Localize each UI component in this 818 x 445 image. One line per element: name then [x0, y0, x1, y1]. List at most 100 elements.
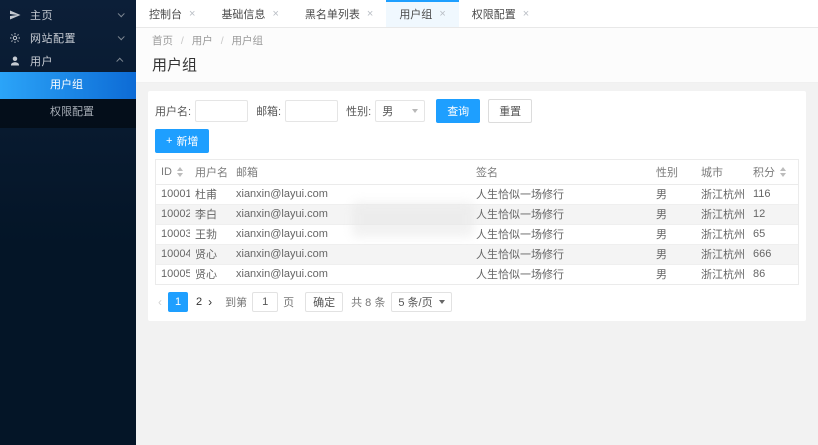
table-cell: 浙江杭州: [696, 223, 748, 244]
data-table: ID 用户名 邮箱 签名 性别 城市 积分 10001 杜甫 xianxin@l…: [155, 159, 799, 285]
username-label: 用户名:: [155, 106, 192, 118]
table-cell: 贤心: [190, 243, 231, 264]
gear-icon: [9, 32, 23, 44]
plus-icon: +: [166, 135, 173, 147]
table-cell: 10005: [156, 263, 190, 284]
column-header-username: 用户名: [190, 160, 231, 185]
column-header-score[interactable]: 积分: [748, 160, 798, 185]
table-cell: 人生恰似一场修行: [471, 223, 651, 244]
username-input[interactable]: [195, 100, 249, 122]
sidebar-item-label: 用户: [30, 55, 53, 68]
tab-label: 基础信息: [221, 8, 266, 21]
close-icon[interactable]: ×: [367, 8, 373, 20]
next-page-button[interactable]: ›: [208, 295, 212, 309]
table-cell: 王勃: [190, 223, 231, 244]
table-cell: 浙江杭州: [696, 263, 748, 284]
add-button-label: 新增: [176, 136, 199, 148]
tab-label: 控制台: [149, 8, 182, 21]
email-input[interactable]: [285, 100, 339, 122]
table-cell: 86: [748, 263, 798, 284]
tab-label: 用户组: [399, 8, 433, 21]
column-header-city: 城市: [696, 160, 748, 185]
table-cell: 10001: [161, 188, 190, 200]
table-row: 10002 李白 xianxin@layui.com 人生恰似一场修行 男 浙江…: [156, 203, 798, 224]
tab-blacklist[interactable]: 黑名单列表 ×: [292, 0, 386, 27]
chevron-down-icon: [438, 300, 445, 304]
table-cell: 男: [651, 223, 696, 244]
send-icon: [9, 9, 23, 21]
sidebar-item-user[interactable]: 用户: [0, 49, 136, 72]
table-row: 10003 王勃 xianxin@layui.com 人生恰似一场修行 男 浙江…: [156, 223, 798, 244]
column-header-signature: 签名: [471, 160, 651, 185]
add-button[interactable]: + 新增: [155, 129, 210, 153]
reset-button[interactable]: 重置: [488, 99, 533, 123]
table-row: 10001 杜甫 xianxin@layui.com 人生恰似一场修行 男 浙江…: [156, 184, 798, 204]
gender-select[interactable]: 男: [375, 100, 426, 122]
sidebar-item-label: 网站配置: [30, 32, 76, 45]
tab-basic-info[interactable]: 基础信息 ×: [208, 0, 291, 27]
user-icon: [9, 55, 23, 67]
tab-permission[interactable]: 权限配置 ×: [459, 0, 542, 27]
page-title: 用户组: [152, 57, 198, 74]
page-number-current[interactable]: 1: [168, 292, 188, 312]
breadcrumb-home[interactable]: 首页: [152, 35, 173, 47]
tab-bar: 控制台 × 基础信息 × 黑名单列表 × 用户组 × 权限配置 ×: [136, 0, 818, 28]
table-cell: 人生恰似一场修行: [471, 263, 651, 284]
sidebar-item-usergroup[interactable]: 用户组: [0, 72, 136, 99]
table-cell: xianxin@layui.com: [231, 243, 471, 264]
confirm-button[interactable]: 确定: [305, 292, 344, 312]
table-cell: 116: [753, 188, 771, 200]
sidebar-item-permission[interactable]: 权限配置: [0, 99, 136, 126]
table-cell: 10002: [156, 203, 190, 224]
chevron-down-icon: [117, 33, 125, 41]
pagination: ‹ 1 2 › 到第 页 确定 共 8 条 5 条/页: [155, 292, 799, 312]
goto-page-input[interactable]: [252, 292, 279, 312]
table-header-row: ID 用户名 邮箱 签名 性别 城市 积分: [156, 160, 798, 185]
prev-page-button[interactable]: ‹: [158, 295, 162, 309]
table-cell: 10003: [156, 223, 190, 244]
sidebar-submenu: 用户组 权限配置: [0, 72, 136, 128]
table-cell: 贤心: [190, 263, 231, 284]
table-row: 10005 贤心 xianxin@layui.com 人生恰似一场修行 男 浙江…: [156, 263, 798, 284]
close-icon[interactable]: ×: [272, 8, 278, 20]
sort-icon: [177, 166, 183, 177]
table-cell: 浙江杭州: [701, 189, 745, 201]
breadcrumb-user[interactable]: 用户: [192, 35, 213, 47]
tab-label: 黑名单列表: [304, 8, 360, 21]
chevron-down-icon: [117, 10, 125, 18]
table-cell: 杜甫: [195, 189, 217, 201]
close-icon[interactable]: ×: [439, 8, 445, 20]
table-cell: xianxin@layui.com: [231, 203, 471, 224]
table-cell: xianxin@layui.com: [236, 188, 328, 200]
column-header-id[interactable]: ID: [156, 160, 190, 185]
page-size-value: 5 条/页: [398, 297, 433, 309]
gender-select-value: 男: [382, 106, 394, 118]
page-size-select[interactable]: 5 条/页: [391, 292, 452, 312]
content-card: 用户名: 邮箱: 性别: 男 查询 重置 + 新增 ID 用户名 邮箱 签名 性…: [148, 91, 806, 321]
tab-label: 权限配置: [471, 8, 516, 21]
filter-form: 用户名: 邮箱: 性别: 男 查询 重置: [155, 99, 799, 123]
table-cell: 人生恰似一场修行: [471, 243, 651, 264]
table-cell: 男: [651, 243, 696, 264]
breadcrumb-current: 用户组: [231, 35, 264, 47]
table-cell: 人生恰似一场修行: [471, 203, 651, 224]
table-cell: 李白: [190, 203, 231, 224]
search-button[interactable]: 查询: [436, 99, 481, 123]
column-header-email: 邮箱: [231, 160, 471, 185]
close-icon[interactable]: ×: [523, 8, 529, 20]
main-area: 控制台 × 基础信息 × 黑名单列表 × 用户组 × 权限配置 × 首页 / 用…: [136, 0, 818, 445]
table-row: 10004 贤心 xianxin@layui.com 人生恰似一场修行 男 浙江…: [156, 243, 798, 264]
tab-usergroup[interactable]: 用户组 ×: [386, 0, 460, 27]
goto-suffix-label: 页: [283, 297, 295, 309]
breadcrumb-separator: /: [180, 35, 184, 47]
table-cell: 10004: [156, 243, 190, 264]
page-header: 首页 / 用户 / 用户组 用户组: [136, 28, 818, 83]
table-cell: 男: [656, 189, 667, 201]
sidebar-item-home[interactable]: 主页: [0, 3, 136, 26]
close-icon[interactable]: ×: [189, 8, 195, 20]
breadcrumb-separator: /: [220, 35, 224, 47]
sidebar-item-site-config[interactable]: 网站配置: [0, 26, 136, 49]
page-number[interactable]: 2: [196, 296, 202, 308]
tab-console[interactable]: 控制台 ×: [136, 0, 208, 27]
breadcrumb: 首页 / 用户 / 用户组: [152, 33, 802, 48]
